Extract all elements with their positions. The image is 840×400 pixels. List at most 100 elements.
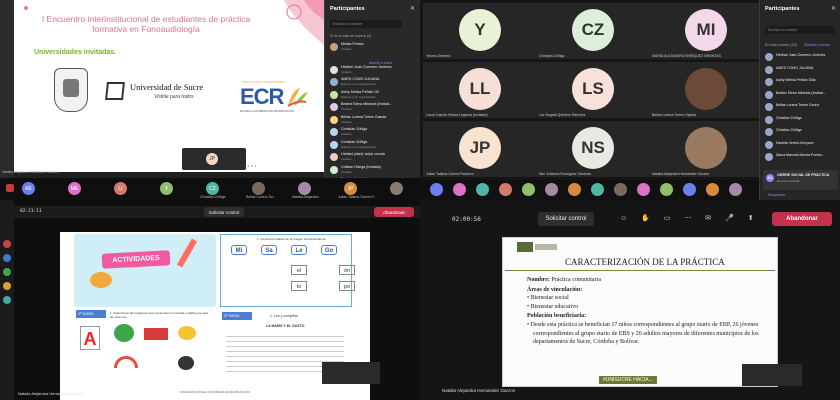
- strip-avatar[interactable]: ME: [68, 182, 81, 195]
- strip-avatar[interactable]: [568, 183, 581, 196]
- strip-avatar[interactable]: [298, 182, 311, 195]
- participant-row[interactable]: Christian Zúñiga: [765, 115, 839, 126]
- leave-button[interactable]: Abandonar: [772, 212, 832, 226]
- video-tile[interactable]: LL Laura Camila Viesca Legarda (Invitado): [423, 62, 537, 118]
- participant-name: Diana Marcela Murcia Pombo...: [776, 153, 826, 157]
- strip-avatar[interactable]: [476, 183, 489, 196]
- participant-row[interactable]: Heidian Juan Guerrero Jiménez: [765, 52, 839, 63]
- tile-avatar: JP: [459, 127, 501, 169]
- shared-slide: I Encuentro interinstitucional de estudi…: [14, 0, 324, 172]
- strip-avatar[interactable]: [545, 183, 558, 196]
- request-control-button[interactable]: Solicitar control: [204, 207, 244, 217]
- strip-avatar[interactable]: [591, 183, 604, 196]
- participant-row[interactable]: Beatriz Elena Miranda (Invitad...: [765, 90, 839, 101]
- video-tile[interactable]: CZ Christian Zúñiga: [536, 3, 650, 59]
- strip-avatar[interactable]: [637, 183, 650, 196]
- strip-avatar[interactable]: AE: [22, 182, 35, 195]
- area-text: Bienestar educativo: [530, 303, 579, 310]
- video-tile[interactable]: Natalia Alejandra Hernández Garzón: [649, 121, 763, 177]
- tree-icon: [114, 324, 134, 342]
- participant-avatar: [330, 165, 338, 174]
- sucre-tagline: Visible para todos: [154, 94, 194, 100]
- syllable-tile: Go: [321, 245, 337, 255]
- left-app-rail: [0, 200, 14, 400]
- strip-avatar[interactable]: [499, 183, 512, 196]
- strip-avatar[interactable]: [706, 183, 719, 196]
- participant-row[interactable]: Bellas Lorena Torres Gasnia Invitado: [330, 115, 418, 126]
- request-control-button[interactable]: Solicitar control: [538, 212, 594, 226]
- level-two-text: 1. Lee y completa: [270, 314, 298, 318]
- video-tile[interactable]: LS Luz Ángela Quintero Sánchez: [536, 62, 650, 118]
- close-icon[interactable]: ✕: [831, 5, 836, 12]
- participant-row[interactable]: Lisbiani (dani) verjar ucusla Invitado: [330, 152, 418, 163]
- strip-avatar[interactable]: [390, 182, 403, 195]
- video-tile[interactable]: Bellas Lorena Torres Ospina: [649, 62, 763, 118]
- toolbar-icons: ☺ ✋ ▭ ⋯ ✉ 🎤 ⬆: [620, 215, 760, 222]
- strip-avatar[interactable]: [453, 183, 466, 196]
- syllable-tile: po: [339, 281, 355, 291]
- syllable-tile: el: [291, 265, 307, 275]
- leave-button[interactable]: Abandonar: [374, 207, 414, 217]
- population-item: • Desde esta práctica se benefician 17 n…: [527, 321, 759, 346]
- strip-name: Julian Tatiana Guerra P...: [338, 195, 377, 199]
- video-tile[interactable]: JP Julian Tatiana Guerra Pacheco: [423, 121, 537, 177]
- participant-row[interactable]: Diana Marcela Murcia Pombo...: [765, 152, 839, 163]
- tile-avatar: [685, 127, 727, 169]
- strip-avatar[interactable]: JP: [344, 182, 357, 195]
- teams-window-bottom-left: 02:21:11 Solicitar control Abandonar ACT…: [0, 200, 420, 400]
- participant-name: Heidian Juan Guerrero Jiménez: [776, 53, 826, 57]
- participant-row[interactable]: Christian Zúñiga Externo a su organizació…: [330, 140, 418, 151]
- story-title: LA MARIZ Y EL GUSTO: [266, 324, 305, 328]
- university-logo-text: [535, 244, 557, 250]
- strip-avatar[interactable]: LI: [114, 182, 127, 195]
- participant-row[interactable]: Christian Zúñiga Invitado: [330, 127, 418, 138]
- participant-avatar: [330, 153, 338, 161]
- admit-all-button[interactable]: Admitir a todos: [369, 61, 392, 65]
- sucre-logo: Universidad de Sucre Visible para todos: [105, 80, 208, 106]
- participant-row[interactable]: AMED COMO JULIANA: [765, 65, 839, 76]
- strip-avatar[interactable]: [614, 183, 627, 196]
- video-tile[interactable]: MI MARÍA ALEJANDRA ENRÍQUEZ INFANTAS: [649, 3, 763, 59]
- participant-row[interactable]: Ashly Melisa Peñalo Gil Externo a su orga…: [330, 90, 418, 101]
- strip-avatar[interactable]: [729, 183, 742, 196]
- panel-search-input[interactable]: Escriba un nombre: [765, 26, 835, 34]
- participant-name: Christian Zúñiga: [776, 115, 802, 120]
- strip-avatar[interactable]: [683, 183, 696, 196]
- population-text: Desde esta práctica se benefician 17 niñ…: [530, 321, 759, 346]
- tile-name: Natalia Alejandra Hernández Garzón: [652, 172, 710, 176]
- participant-row[interactable]: Daniela Verbel Arroyave: [765, 140, 839, 151]
- panel-search-input[interactable]: Escriba un nombre: [330, 20, 402, 28]
- participant-row[interactable]: Melisa Peñalo Invitado: [330, 42, 418, 53]
- mute-all-button[interactable]: Silenciar a todos: [804, 43, 830, 47]
- participant-row[interactable]: Ashly Melisa Peñalo Gilia: [765, 77, 839, 88]
- strip-avatar[interactable]: [252, 182, 265, 195]
- video-tile[interactable]: Y Yesmo Jiménez: [423, 3, 537, 59]
- participant-row[interactable]: Beatriz Elena Miranda (Invitad... Invitad…: [330, 102, 418, 113]
- participants-panel: Participantes ✕ Escriba un nombre Sí en …: [324, 0, 420, 186]
- chat-card[interactable]: BA CIERRE SOCIAL DE PRÁCTICA Reunión ini…: [763, 170, 838, 190]
- participant-row[interactable]: Christian Zúñiga: [765, 127, 839, 138]
- participant-row[interactable]: Cristian Ortega (Invitado) Invitado: [330, 165, 418, 176]
- panel-title: Participantes: [765, 6, 800, 12]
- strip-avatar[interactable]: [660, 183, 673, 196]
- decor-leaf-icon: [284, 0, 324, 45]
- participant-name: Beatriz Elena Miranda (Invitad...: [776, 90, 826, 95]
- participant-row[interactable]: AMED COMO JULIANA Externo a su organizaci…: [330, 77, 418, 88]
- participant-name: Melisa Peñalo: [341, 42, 364, 46]
- participant-role: Invitado: [341, 107, 352, 111]
- video-tile[interactable]: NS Nini Johanna Rodríguez Sánchez: [536, 121, 650, 177]
- share-tray-icon[interactable]: [6, 184, 14, 192]
- syllable-tile: Sa: [261, 245, 277, 255]
- strip-avatar[interactable]: [430, 183, 443, 196]
- strip-avatar[interactable]: Y: [160, 182, 173, 195]
- syllable-tile: to: [291, 281, 307, 291]
- strip-avatar[interactable]: [522, 183, 535, 196]
- participant-avatar: [330, 115, 338, 124]
- panel-title: Participantes: [330, 6, 365, 12]
- participant-row[interactable]: Heidlan Juan Guerrero Jiménez Invitado: [330, 65, 418, 76]
- name-label: Nombre:: [527, 277, 550, 283]
- strip-avatar[interactable]: CZ: [206, 182, 219, 195]
- participant-row[interactable]: Bellas Lorena Torres Ozorio: [765, 102, 839, 113]
- reply-link[interactable]: Responder: [768, 193, 785, 197]
- close-icon[interactable]: ✕: [410, 5, 415, 12]
